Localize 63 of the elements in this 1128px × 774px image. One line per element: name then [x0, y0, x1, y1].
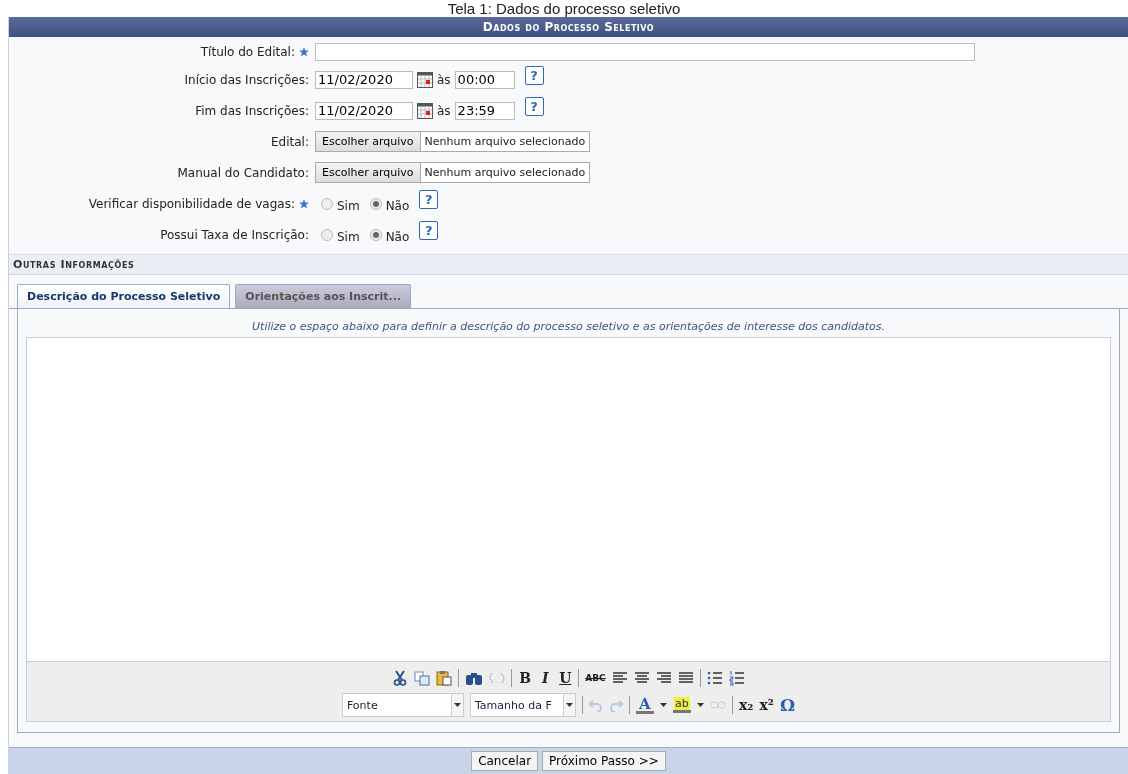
- time-field[interactable]: 00:00: [454, 70, 515, 89]
- field-label: Edital:: [271, 134, 309, 149]
- radio-button[interactable]: [321, 197, 333, 210]
- radio-button[interactable]: [321, 228, 333, 241]
- field-text: às: [437, 103, 451, 118]
- size-dropdown[interactable]: Tamanho da F: [469, 693, 576, 717]
- font-dropdown[interactable]: Fonte: [341, 693, 464, 717]
- radio-button[interactable]: [369, 228, 382, 241]
- align-left-icon[interactable]: [611, 670, 628, 686]
- subscript-button[interactable]: x₂: [738, 697, 754, 713]
- align-right-icon[interactable]: [655, 670, 672, 686]
- time-field[interactable]: 23:59: [454, 101, 515, 120]
- action-button[interactable]: Cancelar: [471, 751, 539, 771]
- date-field[interactable]: 11/02/2020: [315, 70, 413, 89]
- field-label: Início das Inscrições:: [184, 72, 309, 87]
- date-field[interactable]: 11/02/2020: [315, 101, 413, 120]
- help-icon[interactable]: ?: [419, 221, 439, 240]
- italic-button[interactable]: I: [538, 670, 553, 686]
- tab[interactable]: Orientações aos Inscrit...: [235, 284, 412, 308]
- action-button[interactable]: Próximo Passo >>: [542, 751, 666, 771]
- caret-icon: [565, 703, 573, 707]
- text-color-button[interactable]: A: [635, 696, 654, 714]
- underline-button[interactable]: U: [558, 670, 573, 686]
- bulleted-list-icon[interactable]: [706, 670, 723, 686]
- align-center-icon[interactable]: [633, 670, 650, 686]
- option-label: Sim: [337, 229, 360, 244]
- caption: Tela 1: Dados do processo seletivo: [446, 0, 682, 17]
- hint-text: Utilize o espaço abaixo para definir a descrição do processo seletivo e as orientações de interesse dos candidatos.: [251, 319, 886, 335]
- bold-button[interactable]: B: [518, 670, 533, 686]
- field-label: Possui Taxa de Inscrição:: [160, 227, 309, 242]
- subsection-header: Outras Informações: [9, 254, 1128, 275]
- option-label: Sim: [337, 198, 360, 213]
- field-label: Verificar disponibilidade de vagas:: [88, 196, 295, 211]
- background-color-button[interactable]: ab: [672, 697, 691, 713]
- numbered-list-icon[interactable]: [728, 670, 745, 686]
- field-label: Fim das Inscrições:: [195, 103, 309, 118]
- tab[interactable]: Descrição do Processo Seletivo: [17, 284, 231, 308]
- help-icon[interactable]: ?: [524, 97, 544, 116]
- field-text: às: [437, 72, 451, 87]
- file-input[interactable]: Escolher arquivo Nenhum arquivo selecionado: [315, 162, 591, 183]
- align-justify-icon[interactable]: [677, 670, 694, 686]
- binoculars-icon[interactable]: [465, 670, 484, 686]
- option-label: Não: [385, 198, 410, 213]
- text-field[interactable]: [315, 43, 975, 61]
- strikethrough-button[interactable]: ABC: [585, 673, 606, 683]
- field-label: Manual do Candidato:: [177, 165, 309, 180]
- radio-button[interactable]: [369, 197, 382, 210]
- copy-icon[interactable]: [414, 670, 431, 686]
- calendar-icon[interactable]: [417, 71, 433, 88]
- help-icon[interactable]: ?: [419, 190, 439, 209]
- section-header: Dados do Processo Seletivo: [9, 17, 1128, 37]
- caret-icon[interactable]: [659, 703, 667, 707]
- caret-icon: [453, 703, 461, 707]
- clipboard-icon[interactable]: [436, 670, 453, 686]
- calendar-icon[interactable]: [417, 102, 433, 119]
- help-icon[interactable]: ?: [524, 66, 544, 85]
- caret-icon[interactable]: [696, 703, 704, 707]
- superscript-button[interactable]: x²: [759, 697, 774, 713]
- scissors-icon[interactable]: [392, 670, 409, 686]
- option-label: Não: [385, 229, 410, 244]
- file-input[interactable]: Escolher arquivo Nenhum arquivo selecionado: [315, 131, 591, 152]
- special-character-button[interactable]: Ω: [779, 695, 796, 715]
- field-label: Título do Edital:: [200, 45, 295, 59]
